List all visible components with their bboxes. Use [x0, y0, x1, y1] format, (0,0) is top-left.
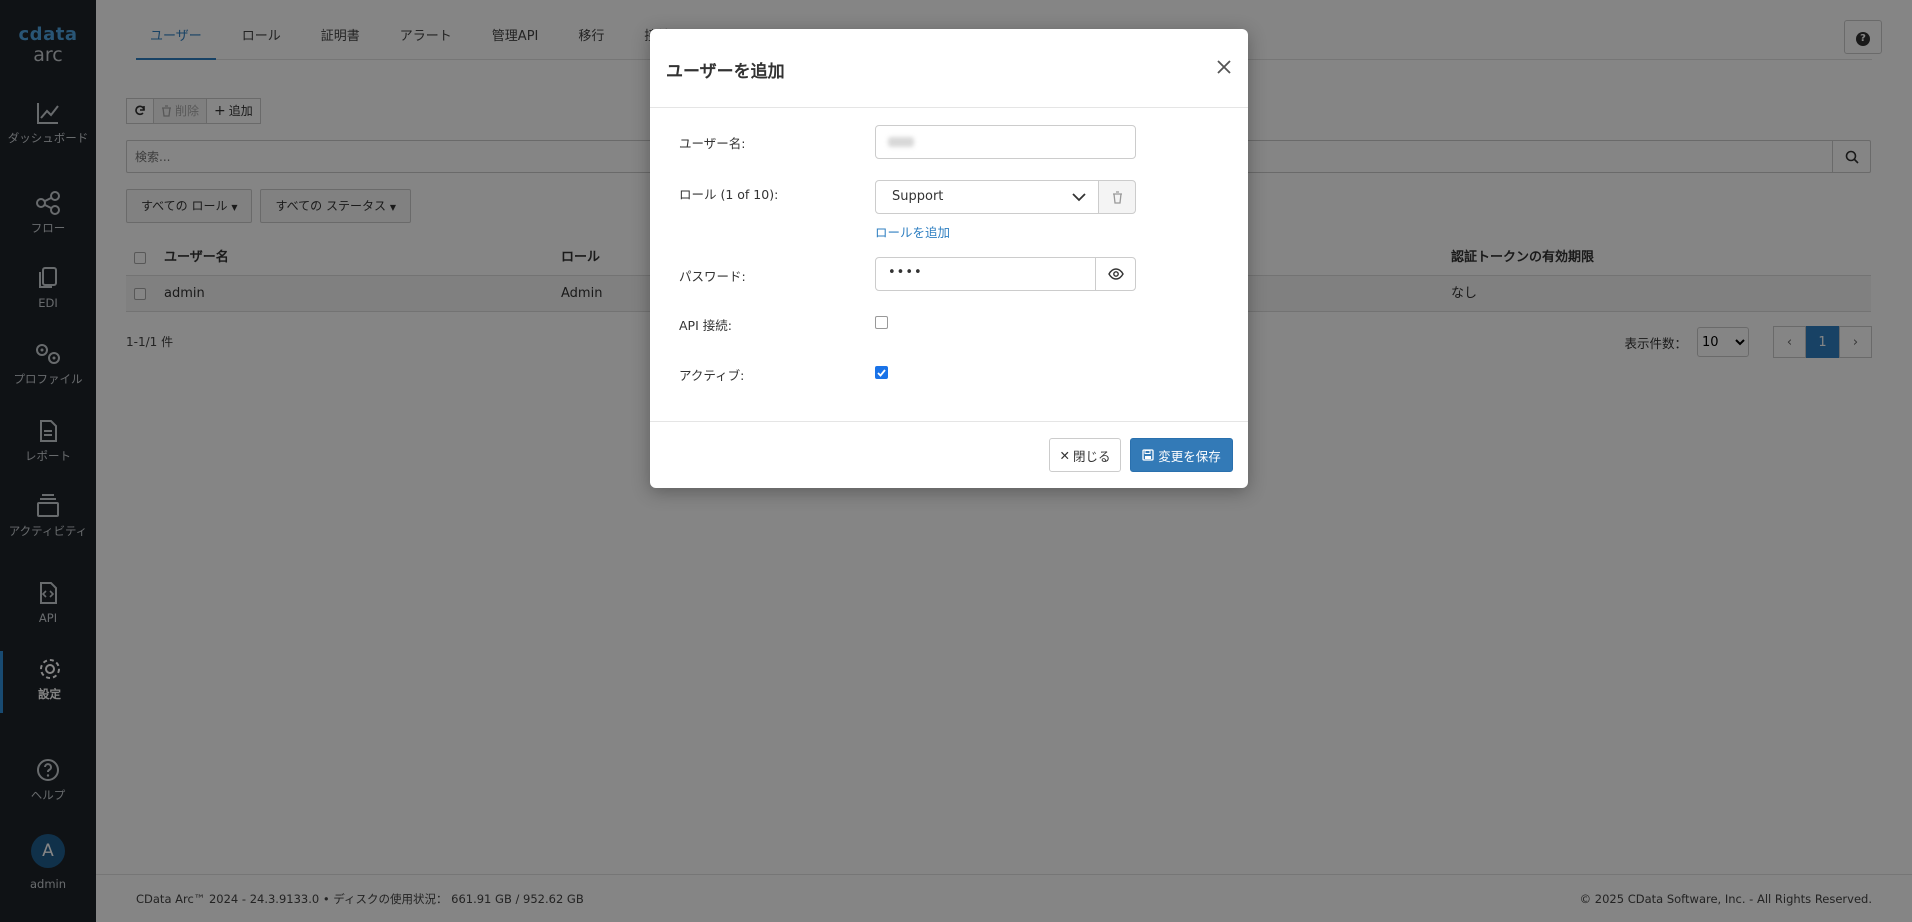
modal-footer: ✕ 閉じる 変更を保存 [650, 421, 1248, 488]
role-select[interactable]: Support [875, 180, 1099, 214]
close-icon[interactable] [1214, 57, 1234, 77]
chevron-down-icon [1072, 193, 1086, 202]
username-label: ユーザー名: [679, 136, 746, 151]
active-checkbox[interactable] [875, 366, 888, 379]
password-label: パスワード: [679, 269, 746, 284]
add-role-link[interactable]: ロールを追加 [875, 225, 950, 240]
password-field[interactable]: •••• [875, 257, 1096, 291]
password-group: •••• [875, 257, 1136, 291]
save-icon [1142, 449, 1154, 461]
password-value: •••• [888, 265, 923, 280]
save-button[interactable]: 変更を保存 [1130, 438, 1233, 472]
close-button-label: 閉じる [1072, 448, 1111, 464]
eye-icon [1107, 268, 1124, 280]
role-select-group: Support [875, 180, 1136, 214]
trash-icon [1112, 190, 1122, 204]
close-x-icon: ✕ [1059, 447, 1070, 463]
api-connection-checkbox[interactable] [875, 316, 888, 329]
blurred-username [888, 137, 914, 147]
add-user-modal: ユーザーを追加 ユーザー名: ロール (1 of 10): Support ロー… [650, 29, 1248, 488]
check-icon [877, 368, 886, 377]
save-button-label: 変更を保存 [1158, 448, 1221, 464]
active-label: アクティブ: [679, 368, 745, 383]
remove-role-button[interactable] [1098, 180, 1136, 214]
show-password-button[interactable] [1095, 257, 1136, 291]
modal-title: ユーザーを追加 [666, 62, 785, 82]
api-connection-label: API 接続: [679, 318, 732, 333]
role-label: ロール (1 of 10): [679, 187, 779, 202]
role-select-value: Support [892, 189, 944, 204]
modal-header: ユーザーを追加 [650, 29, 1248, 108]
close-button[interactable]: ✕ 閉じる [1049, 438, 1121, 472]
username-field[interactable] [875, 125, 1136, 159]
